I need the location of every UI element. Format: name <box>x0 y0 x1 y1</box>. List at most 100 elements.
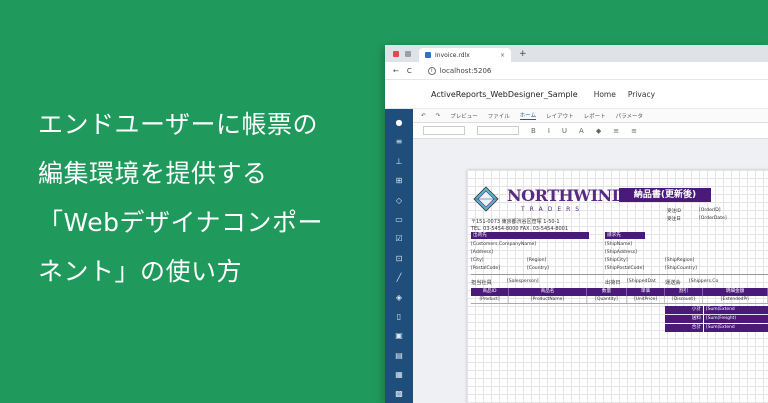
nav-link-home[interactable]: Home <box>594 90 616 99</box>
window-icon-red[interactable] <box>393 50 399 57</box>
bill-postal[interactable]: [PostalCode] <box>471 266 500 271</box>
text-color-icon[interactable]: A <box>579 127 584 135</box>
image-icon[interactable]: ▣ <box>394 331 404 341</box>
tab-preview[interactable]: プレビュー <box>450 112 478 120</box>
freight-label: 送料 <box>665 315 703 323</box>
cell-unit-price[interactable]: [UnitPrice] <box>627 296 665 303</box>
logo-sub: TRADERS <box>521 206 585 213</box>
logo-word: NORTHWIND <box>507 186 626 205</box>
info-icon[interactable]: i <box>427 66 436 75</box>
ship-to-header[interactable]: 請求先 <box>605 232 645 239</box>
report-title[interactable]: 納品書(更新後) <box>619 188 711 202</box>
font-select[interactable] <box>423 126 465 135</box>
bill-company[interactable]: [Customers.CompanyName] <box>471 242 536 247</box>
underline-icon[interactable]: U <box>562 127 567 135</box>
headline-line-2: 編集環境を提供する <box>38 159 268 188</box>
checkbox-icon[interactable]: ☑ <box>394 234 404 244</box>
list-icon[interactable]: ▤ <box>394 351 404 361</box>
cell-extended[interactable]: [ExtendedPri <box>703 296 768 303</box>
order-date-value[interactable]: [OrderDate] <box>699 216 727 221</box>
headline-line-4: ネント」の使い方 <box>38 257 243 286</box>
bill-city[interactable]: [City] <box>471 258 484 263</box>
ship-city[interactable]: [ShipCity] <box>605 258 628 263</box>
freight-value[interactable]: [Sum(Freight) <box>703 315 768 323</box>
layers-icon[interactable]: ◇ <box>394 196 404 206</box>
tree-icon[interactable]: ⊥ <box>394 157 404 167</box>
cell-product-name[interactable]: [ProductName] <box>509 296 587 303</box>
bill-to-header[interactable]: 出荷先 <box>471 232 589 239</box>
document-icon[interactable]: ▯ <box>394 312 404 322</box>
app-brand[interactable]: ActiveReports_WebDesigner_Sample <box>431 90 578 99</box>
col-quantity: 数量 <box>587 288 627 296</box>
freight-row[interactable]: 送料 [Sum(Freight) <box>665 315 768 323</box>
col-product-id: 商品ID <box>471 288 509 296</box>
total-value[interactable]: [Sum(Extend <box>703 324 768 332</box>
browser-tab[interactable]: Invoice.rdlx × <box>419 48 511 62</box>
url-field[interactable]: i localhost:5206 <box>427 66 492 75</box>
back-icon[interactable]: ← <box>393 67 399 75</box>
ship-postal[interactable]: [ShipPostalCode] <box>605 266 644 271</box>
size-select[interactable] <box>477 126 519 135</box>
ship-name[interactable]: [ShipName] <box>605 242 632 247</box>
total-row[interactable]: 合計 [Sum(Extend <box>665 324 768 332</box>
tab-layout[interactable]: レイアウト <box>546 112 574 120</box>
sales-label: 担当社員 <box>471 280 492 286</box>
bill-address[interactable]: [Address] <box>471 250 493 255</box>
bill-region[interactable]: [Region] <box>527 258 546 263</box>
report-page[interactable]: NORTHWIND TRADERS 〒151-0073 東京都渋谷区笹塚 1-5… <box>467 170 768 403</box>
grid-icon[interactable]: ▩ <box>394 389 404 399</box>
shipper-value[interactable]: [Shippers.Co <box>689 279 718 284</box>
line-icon[interactable]: ╱ <box>394 273 404 283</box>
url-text: localhost:5206 <box>439 66 492 75</box>
tab-parameter[interactable]: パラメータ <box>616 112 643 120</box>
designer-toolbar: B I U A ◆ ≡ ≡ <box>413 123 768 139</box>
order-date-label: 受注日 <box>667 217 681 222</box>
sales-value[interactable]: [Salesperson] <box>507 279 539 284</box>
shape-icon[interactable]: ◈ <box>394 293 404 303</box>
window-icon-gray[interactable] <box>405 50 411 57</box>
align-left-icon[interactable]: ≡ <box>613 127 619 135</box>
headline: エンドユーザーに帳票の 編集環境を提供する 「Webデザイナコンポー ネント」の… <box>38 100 368 296</box>
redo-icon[interactable]: ↷ <box>436 113 441 119</box>
browser-tab-bar: Invoice.rdlx × + <box>385 45 768 62</box>
new-tab-icon[interactable]: + <box>519 49 527 59</box>
italic-icon[interactable]: I <box>548 127 550 135</box>
close-icon[interactable]: × <box>500 52 505 59</box>
order-id-value[interactable]: [OrderID] <box>699 208 721 213</box>
divider-line <box>471 274 768 275</box>
table-header[interactable]: 商品ID 商品名 数量 単価 割引 明細金額 <box>471 288 768 296</box>
northwind-logo: NORTHWIND TRADERS <box>471 184 626 216</box>
container-icon[interactable]: ⊡ <box>394 254 404 264</box>
cell-product-id[interactable]: [Product] <box>471 296 509 303</box>
tab-title: Invoice.rdlx <box>435 51 470 59</box>
logo-icon[interactable]: ● <box>394 118 404 128</box>
col-discount: 割引 <box>665 288 703 296</box>
tab-report[interactable]: レポート <box>584 112 606 120</box>
nav-link-privacy[interactable]: Privacy <box>628 90 655 99</box>
align-center-icon[interactable]: ≡ <box>631 127 637 135</box>
col-extended: 明細金額 <box>703 288 768 296</box>
table-icon[interactable]: ▦ <box>394 370 404 380</box>
page-icon <box>425 52 431 58</box>
fill-icon[interactable]: ◆ <box>596 127 601 135</box>
tab-home[interactable]: ホーム <box>519 111 537 120</box>
ship-region[interactable]: [ShipRegion] <box>665 258 694 263</box>
table-row[interactable]: [Product] [ProductName] [Quantity] [Unit… <box>471 296 768 304</box>
ship-country[interactable]: [ShipCountry] <box>665 266 697 271</box>
subtotal-value[interactable]: [Sum(Extend <box>703 306 768 314</box>
col-product-name: 商品名 <box>509 288 587 296</box>
data-icon[interactable]: ⊞ <box>394 176 404 186</box>
ship-address[interactable]: [ShipAddress] <box>605 250 637 255</box>
menu-icon[interactable]: ≡ <box>394 137 404 147</box>
subtotal-row[interactable]: 小計 [Sum(Extend <box>665 306 768 314</box>
cell-quantity[interactable]: [Quantity] <box>587 296 627 303</box>
bold-icon[interactable]: B <box>531 127 536 135</box>
tab-file[interactable]: ファイル <box>488 112 510 120</box>
textbox-icon[interactable]: ▭ <box>394 215 404 225</box>
undo-icon[interactable]: ↶ <box>421 113 426 119</box>
shipdate-value[interactable]: [ShippedDat <box>627 279 656 284</box>
cell-discount[interactable]: [Discount] <box>665 296 703 303</box>
total-label: 合計 <box>665 324 703 332</box>
bill-country[interactable]: [Country] <box>527 266 549 271</box>
refresh-icon[interactable]: C <box>407 67 412 75</box>
